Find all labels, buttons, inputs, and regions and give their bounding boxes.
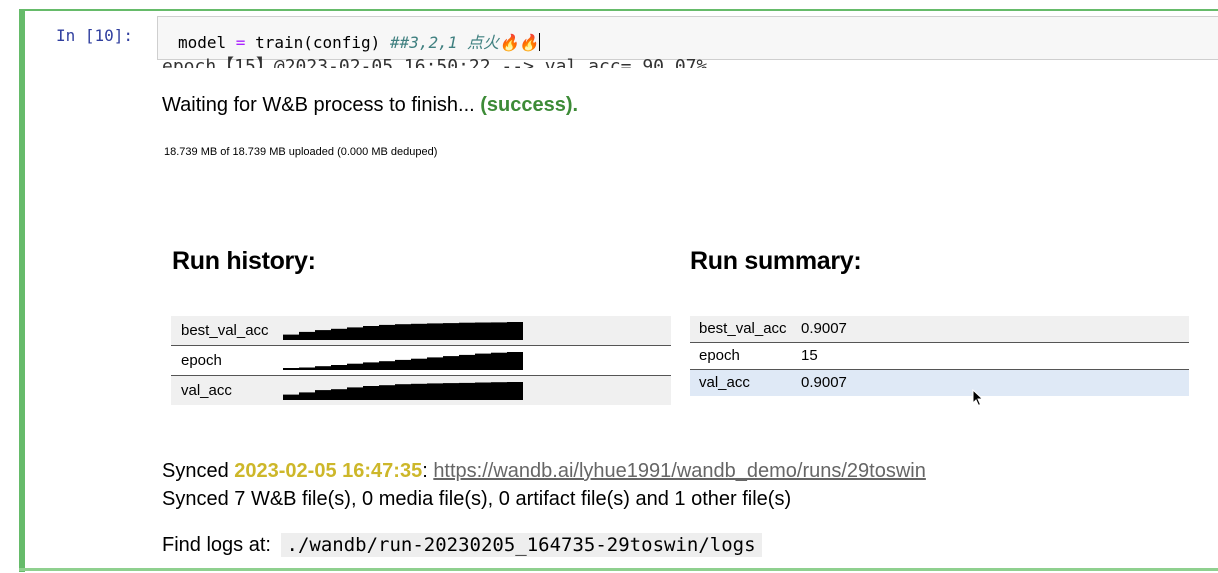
sparkline-bar bbox=[347, 387, 364, 400]
sparkline-bar bbox=[363, 362, 380, 370]
sparkline-bar bbox=[507, 382, 523, 400]
code-line[interactable]: model = train(config) ##3,2,1 点火🔥🔥 bbox=[178, 29, 540, 53]
sparkline-bar bbox=[331, 389, 348, 400]
sparkline-bar bbox=[283, 368, 300, 370]
sparkline-bar bbox=[379, 385, 396, 400]
sparkline-bar bbox=[491, 382, 508, 400]
sparkline-bar bbox=[491, 322, 508, 340]
sparkline-bar bbox=[475, 322, 492, 340]
sparkline-bar bbox=[283, 334, 300, 340]
sparkline-bar bbox=[427, 383, 444, 400]
sparkline-bar bbox=[507, 352, 523, 370]
sparkline-bar bbox=[459, 354, 476, 370]
summary-row: val_acc 0.9007 bbox=[690, 369, 1189, 396]
sparkline-bar bbox=[331, 365, 348, 370]
sparkline-bar bbox=[443, 323, 460, 340]
sparkline-bar bbox=[507, 322, 523, 340]
history-row: best_val_acc bbox=[171, 316, 671, 345]
waiting-text: Waiting for W&B process to finish... bbox=[162, 94, 481, 116]
sparkline-bar bbox=[299, 367, 316, 370]
history-metric-name: best_val_acc bbox=[181, 322, 269, 339]
text-cursor bbox=[538, 33, 540, 51]
upload-status: 18.739 MB of 18.739 MB uploaded (0.000 M… bbox=[164, 146, 438, 158]
sparkline-bar bbox=[427, 323, 444, 340]
sparkline-bar bbox=[491, 352, 508, 370]
code-comment: ##3,2,1 点火🔥🔥 bbox=[389, 33, 539, 52]
sparkline-bar bbox=[315, 330, 332, 340]
logs-label: Find logs at: bbox=[162, 534, 277, 556]
code-rhs: train(config) bbox=[245, 33, 390, 52]
sparkline bbox=[283, 322, 523, 340]
history-row: val_acc bbox=[171, 375, 671, 405]
sparkline-bar bbox=[299, 331, 316, 340]
summary-metric-value: 0.9007 bbox=[801, 374, 847, 391]
sparkline-bar bbox=[299, 392, 316, 400]
summary-metric-name: best_val_acc bbox=[699, 320, 787, 337]
summary-metric-name: val_acc bbox=[699, 374, 750, 391]
success-status: (success). bbox=[480, 94, 579, 116]
cell-prompt: In [10]: bbox=[56, 26, 134, 45]
summary-row: epoch 15 bbox=[690, 342, 1189, 369]
sparkline-bar bbox=[363, 326, 380, 340]
sparkline-bar bbox=[363, 386, 380, 400]
history-row: epoch bbox=[171, 345, 671, 375]
sparkline-bar bbox=[411, 383, 428, 400]
summary-metric-value: 15 bbox=[801, 347, 818, 364]
code-lhs: model bbox=[178, 33, 236, 52]
history-metric-name: val_acc bbox=[181, 382, 232, 399]
history-metric-name: epoch bbox=[181, 352, 222, 369]
code-operator: = bbox=[235, 33, 246, 52]
summary-metric-value: 0.9007 bbox=[801, 320, 847, 337]
sparkline bbox=[283, 352, 523, 370]
clipped-output-line: epoch【15】@2023-02-05 16:50:22 --> val_ac… bbox=[162, 56, 708, 68]
synced-run-line: Synced 2023-02-05 16:47:35: https://wand… bbox=[162, 460, 926, 482]
sparkline-bar bbox=[395, 359, 412, 370]
run-history-table: best_val_acc epoch val_acc bbox=[171, 316, 671, 405]
waiting-message: Waiting for W&B process to finish... (su… bbox=[162, 94, 578, 117]
run-summary-title: Run summary: bbox=[690, 247, 862, 275]
mouse-pointer-icon bbox=[972, 389, 984, 407]
sparkline-bar bbox=[475, 382, 492, 400]
sparkline-bar bbox=[347, 363, 364, 370]
sparkline-bar bbox=[283, 394, 300, 400]
cell-selected-indicator[interactable] bbox=[19, 10, 25, 572]
sparkline-bar bbox=[315, 366, 332, 370]
sparkline-bar bbox=[379, 361, 396, 370]
sparkline-bar bbox=[395, 324, 412, 340]
cell-border-top bbox=[19, 9, 1218, 11]
sparkline-bar bbox=[411, 358, 428, 370]
run-history-title: Run history: bbox=[172, 247, 316, 275]
sparkline-bar bbox=[411, 323, 428, 340]
sparkline-bar bbox=[459, 322, 476, 340]
sparkline-bar bbox=[331, 328, 348, 340]
sparkline-bar bbox=[395, 384, 412, 400]
logs-path: ./wandb/run-20230205_164735-29toswin/log… bbox=[280, 533, 762, 557]
run-summary-table: best_val_acc 0.9007 epoch 15 val_acc 0.9… bbox=[690, 316, 1189, 396]
sparkline-bar bbox=[475, 353, 492, 370]
sparkline-bar bbox=[459, 382, 476, 400]
sparkline bbox=[283, 382, 523, 400]
summary-metric-name: epoch bbox=[699, 347, 740, 364]
synced-timestamp: 2023-02-05 16:47:35 bbox=[234, 460, 423, 482]
cell-border-bottom bbox=[19, 568, 1218, 571]
sparkline-bar bbox=[443, 356, 460, 370]
sparkline-bar bbox=[347, 327, 364, 340]
sparkline-bar bbox=[315, 390, 332, 400]
synced-files-line: Synced 7 W&B file(s), 0 media file(s), 0… bbox=[162, 488, 792, 510]
sparkline-bar bbox=[427, 357, 444, 370]
sparkline-bar bbox=[379, 324, 396, 340]
run-url-link[interactable]: https://wandb.ai/lyhue1991/wandb_demo/ru… bbox=[433, 460, 926, 482]
summary-row: best_val_acc 0.9007 bbox=[690, 316, 1189, 342]
sparkline-bar bbox=[443, 383, 460, 400]
logs-line: Find logs at: ./wandb/run-20230205_16473… bbox=[162, 533, 762, 557]
